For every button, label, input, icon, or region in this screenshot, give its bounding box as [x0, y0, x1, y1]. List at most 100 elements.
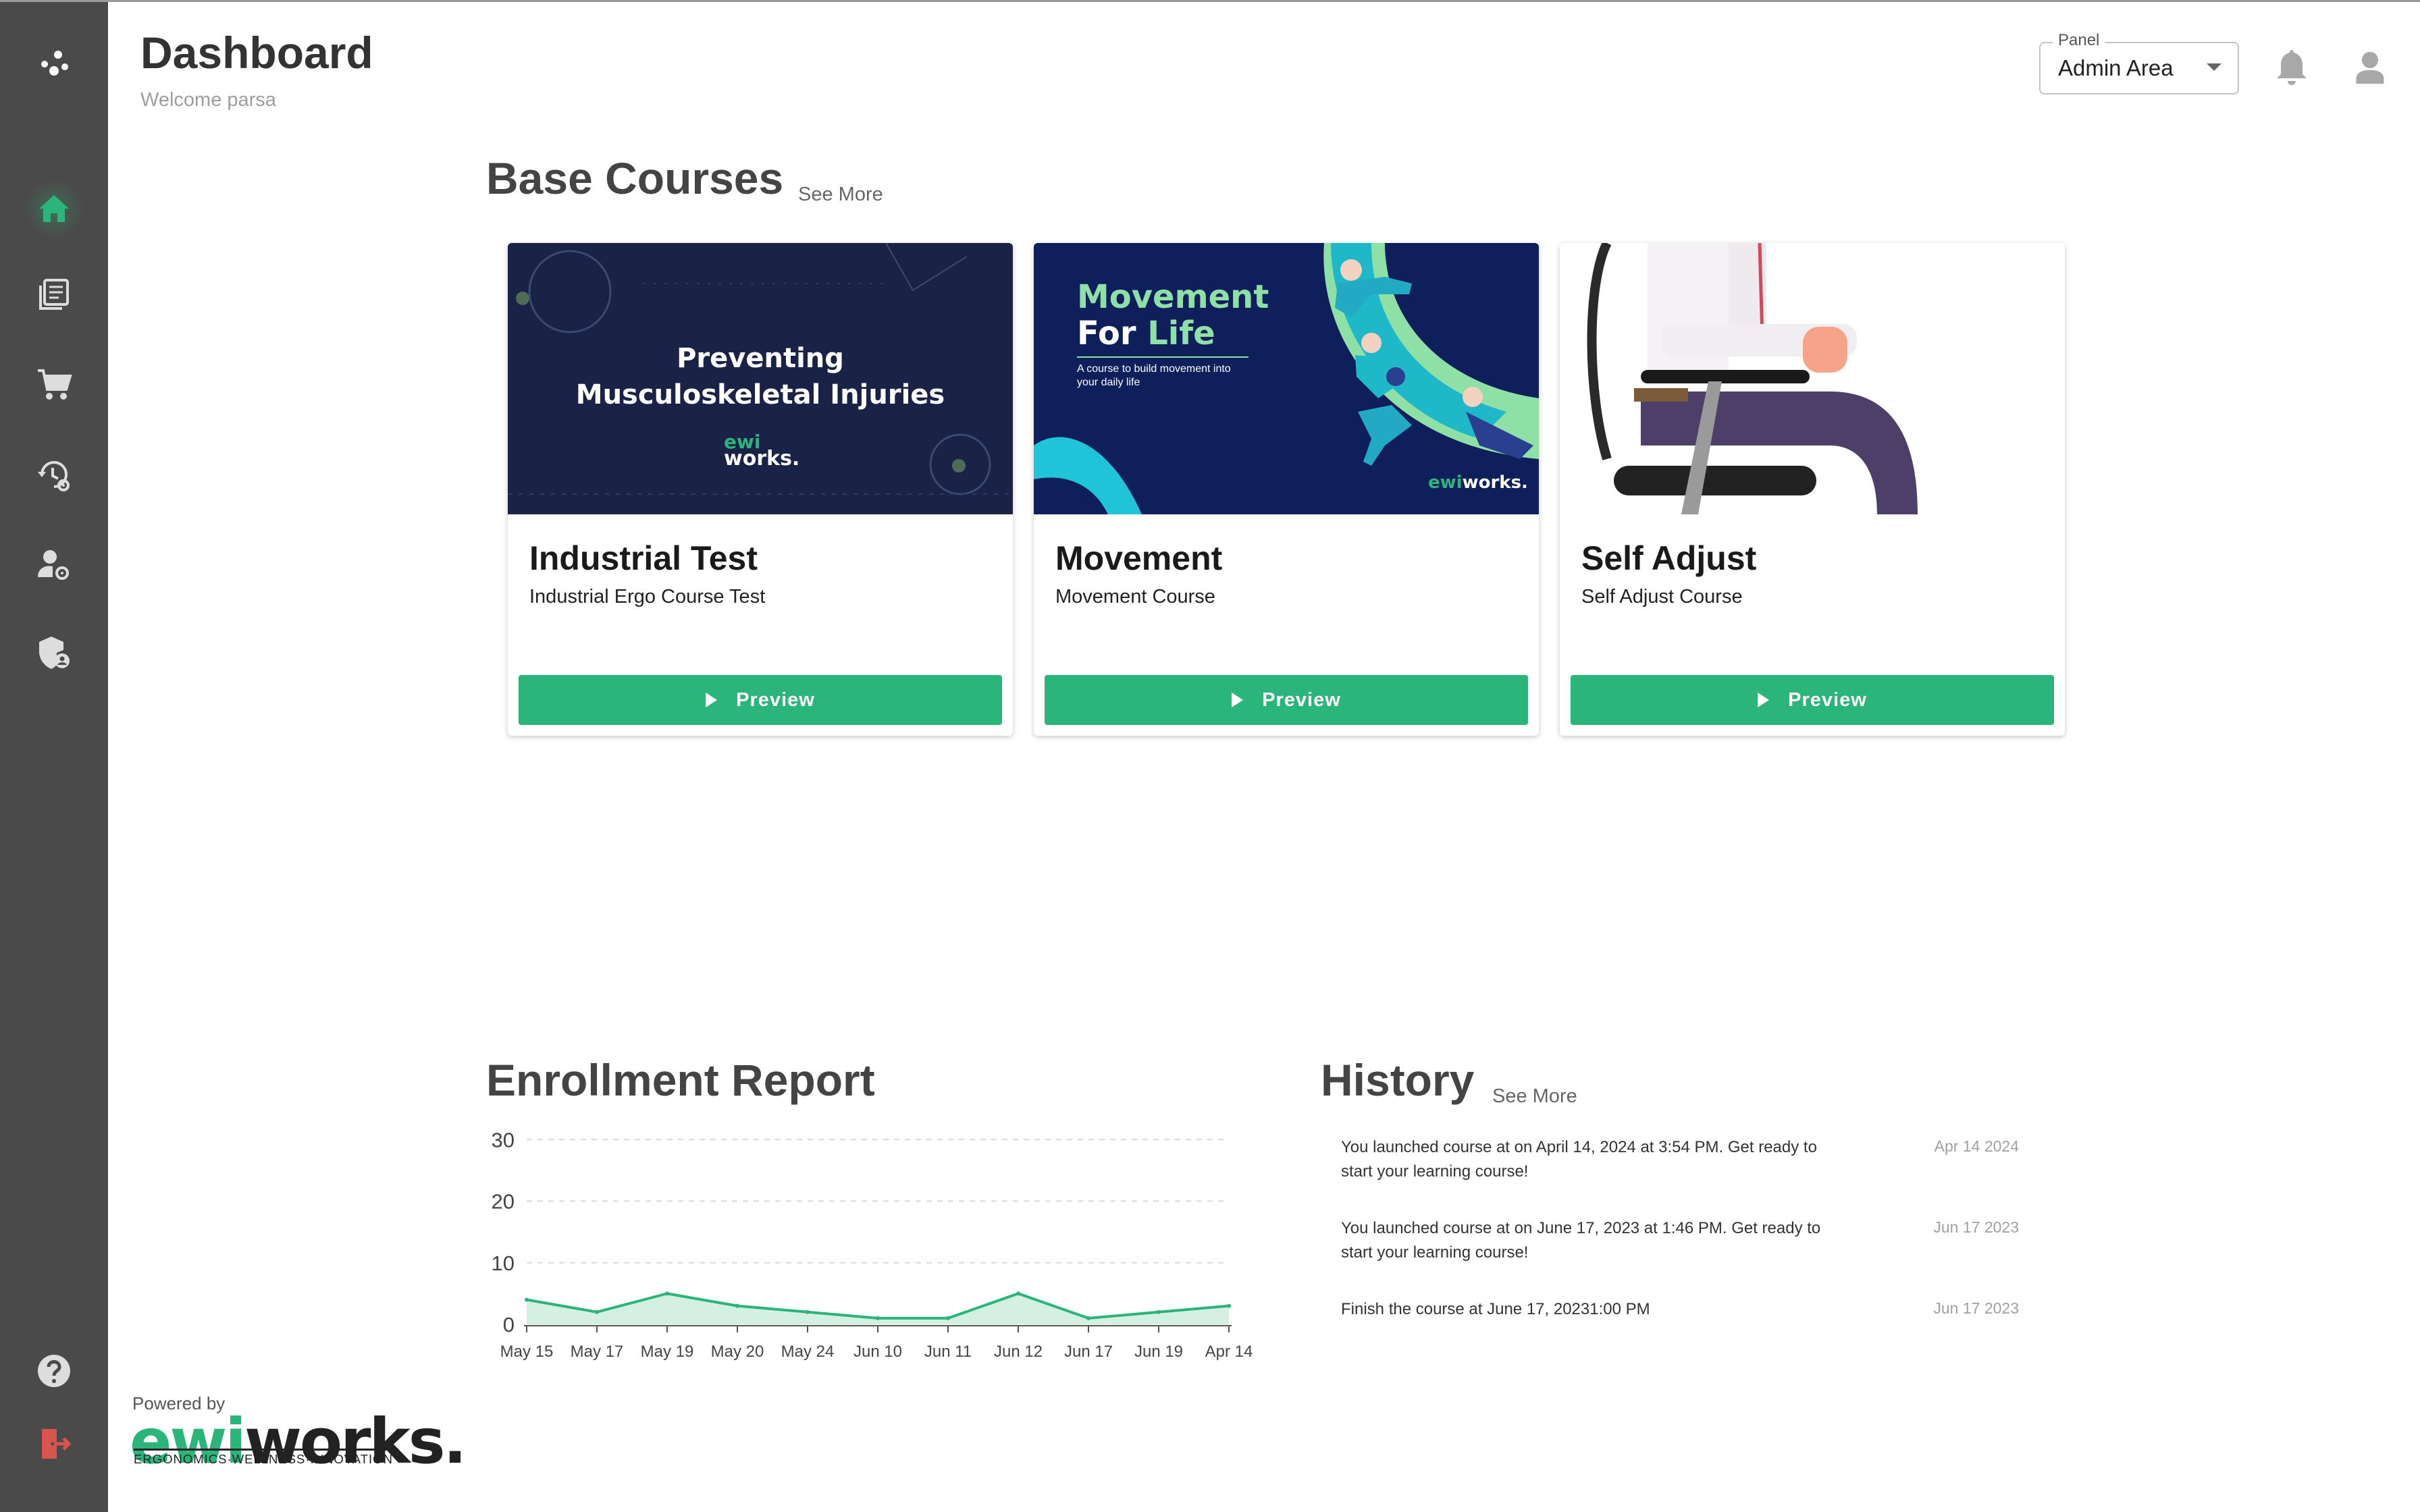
- y-tick-label: 30: [492, 1128, 515, 1152]
- cart-icon: [38, 369, 72, 400]
- data-point: [1016, 1291, 1020, 1296]
- preview-button[interactable]: Preview: [519, 675, 1002, 725]
- course-title: Movement: [1055, 539, 1223, 577]
- panel-select-value: Admin Area: [2058, 55, 2174, 80]
- x-tick-label: Jun 11: [924, 1343, 972, 1361]
- logo-tagline: ERGONOMICS·WELLNESS·INNOVATION: [134, 1449, 398, 1467]
- data-point: [876, 1316, 880, 1320]
- enrollment-chart: 0 10 20 30 May 15 May 17 May 19 May 20 May 24 Jun…: [492, 1128, 1253, 1361]
- preview-button-label: Preview: [1788, 688, 1867, 711]
- sidebar-item-history-settings[interactable]: [32, 454, 76, 497]
- x-tick-label: May 24: [781, 1343, 835, 1361]
- x-tick-label: May 17: [571, 1343, 624, 1361]
- course-image-logo: ewiworks.: [1428, 473, 1528, 493]
- course-title: Industrial Test: [529, 539, 758, 577]
- course-image-heading-2: Musculoskeletal Injuries: [575, 379, 945, 410]
- history-see-more-link[interactable]: See More: [1492, 1085, 1577, 1108]
- history-item-date: Apr 14 2024: [1934, 1137, 2019, 1155]
- course-card-industrial[interactable]: Preventing Musculoskeletal Injuries ewi …: [508, 243, 1013, 736]
- history-item-text: Finish the course at June 17, 20231:00 P…: [1341, 1300, 1650, 1318]
- course-image-heading-1: Movement: [1077, 278, 1269, 316]
- sidebar: [0, 2, 108, 1512]
- course-image-heading-1: Preventing: [677, 343, 844, 374]
- base-courses-see-more-link[interactable]: See More: [798, 184, 883, 206]
- course-image-heading-2b: Life: [1147, 315, 1215, 352]
- preview-button-label: Preview: [736, 688, 815, 711]
- data-point: [1086, 1316, 1090, 1320]
- sidebar-item-logout[interactable]: [32, 1422, 76, 1465]
- page-title: Dashboard: [140, 28, 373, 78]
- course-image-movement: Movement For Life A course to build move…: [1034, 243, 1539, 514]
- history-item-text: You launched course at on April 14, 2024…: [1341, 1138, 1817, 1181]
- data-point: [946, 1316, 950, 1320]
- course-card-self-adjust[interactable]: Self Adjust Self Adjust Course Preview: [1560, 243, 2065, 736]
- bell-icon: [2277, 50, 2307, 85]
- course-subtitle: Movement Course: [1055, 586, 1215, 608]
- x-tick-label: Apr 14: [1205, 1343, 1253, 1361]
- chevron-down-icon[interactable]: [2207, 63, 2221, 71]
- data-point: [525, 1297, 529, 1302]
- history-title: History: [1321, 1055, 1475, 1105]
- sidebar-item-user-settings[interactable]: [32, 543, 76, 587]
- courses-icon: [39, 279, 69, 310]
- base-courses-title: Base Courses: [486, 153, 784, 203]
- preview-button-label: Preview: [1262, 688, 1341, 711]
- play-icon: [1232, 693, 1244, 707]
- x-tick-label: May 20: [711, 1343, 764, 1361]
- data-point: [1157, 1310, 1161, 1314]
- history-item-date: Jun 17 2023: [1933, 1299, 2019, 1317]
- course-image-industrial: Preventing Musculoskeletal Injuries ewi …: [508, 243, 1013, 514]
- sidebar-item-help[interactable]: [32, 1349, 76, 1393]
- sidebar-item-admin-security[interactable]: [32, 631, 76, 674]
- y-tick-label: 20: [492, 1190, 515, 1214]
- user-menu-button[interactable]: [2350, 46, 2390, 89]
- x-tick-label: May 19: [641, 1343, 694, 1361]
- panel-select-label: Panel: [2053, 31, 2105, 50]
- course-subtitle: Industrial Ergo Course Test: [529, 586, 766, 608]
- sidebar-item-courses[interactable]: [32, 273, 76, 317]
- play-icon: [1758, 693, 1770, 707]
- data-point: [806, 1310, 810, 1314]
- play-icon: [706, 693, 718, 707]
- course-image-logo-works: works.: [724, 447, 800, 470]
- shield-user-icon: [39, 637, 70, 669]
- y-tick-label: 0: [503, 1313, 515, 1336]
- home-icon: [39, 195, 69, 222]
- history-item-text: You launched course at on June 17, 2023 …: [1341, 1219, 1821, 1262]
- history-settings-icon: [38, 461, 70, 491]
- course-image-heading-2a: For: [1077, 315, 1148, 352]
- welcome-text: Welcome parsa: [140, 89, 276, 111]
- sidebar-item-home[interactable]: [32, 187, 76, 230]
- course-subtitle: Self Adjust Course: [1581, 586, 1743, 608]
- x-tick-label: May 15: [500, 1343, 554, 1361]
- user-avatar-icon: [2356, 51, 2384, 84]
- course-image-logo-ewi: ewi: [1428, 473, 1463, 493]
- data-point: [1227, 1303, 1231, 1308]
- chair-illustration: [1587, 243, 1918, 514]
- data-point: [665, 1291, 669, 1296]
- course-title: Self Adjust: [1581, 539, 1757, 577]
- x-tick-label: Jun 17: [1064, 1343, 1113, 1361]
- course-image-tagline-1: A course to build movement into: [1077, 363, 1231, 375]
- x-tick-label: Jun 12: [994, 1343, 1043, 1361]
- course-image-decoration: [508, 243, 1013, 495]
- history-item-date: Jun 17 2023: [1933, 1218, 2019, 1236]
- help-icon: [38, 1355, 70, 1387]
- sidebar-item-shop[interactable]: [32, 362, 76, 406]
- app-logo-icon[interactable]: [32, 44, 76, 87]
- course-image-self-adjust: [1560, 243, 2065, 514]
- user-settings-icon: [38, 550, 69, 580]
- preview-button[interactable]: Preview: [1045, 675, 1528, 725]
- data-point: [735, 1303, 739, 1308]
- course-image-heading-2: For Life: [1077, 315, 1215, 352]
- enrollment-report-title: Enrollment Report: [486, 1055, 875, 1105]
- top-border: [0, 0, 2420, 2]
- course-card-movement[interactable]: Movement For Life A course to build move…: [1034, 243, 1539, 736]
- notifications-button[interactable]: [2271, 46, 2312, 89]
- course-image-divider: [1077, 356, 1248, 358]
- course-image-tagline-2: your daily life: [1077, 377, 1140, 388]
- course-image-logo-works: works.: [1462, 473, 1528, 493]
- preview-button[interactable]: Preview: [1571, 675, 2054, 725]
- dots-logo-icon: [41, 51, 68, 76]
- x-tick-label: Jun 19: [1134, 1343, 1183, 1361]
